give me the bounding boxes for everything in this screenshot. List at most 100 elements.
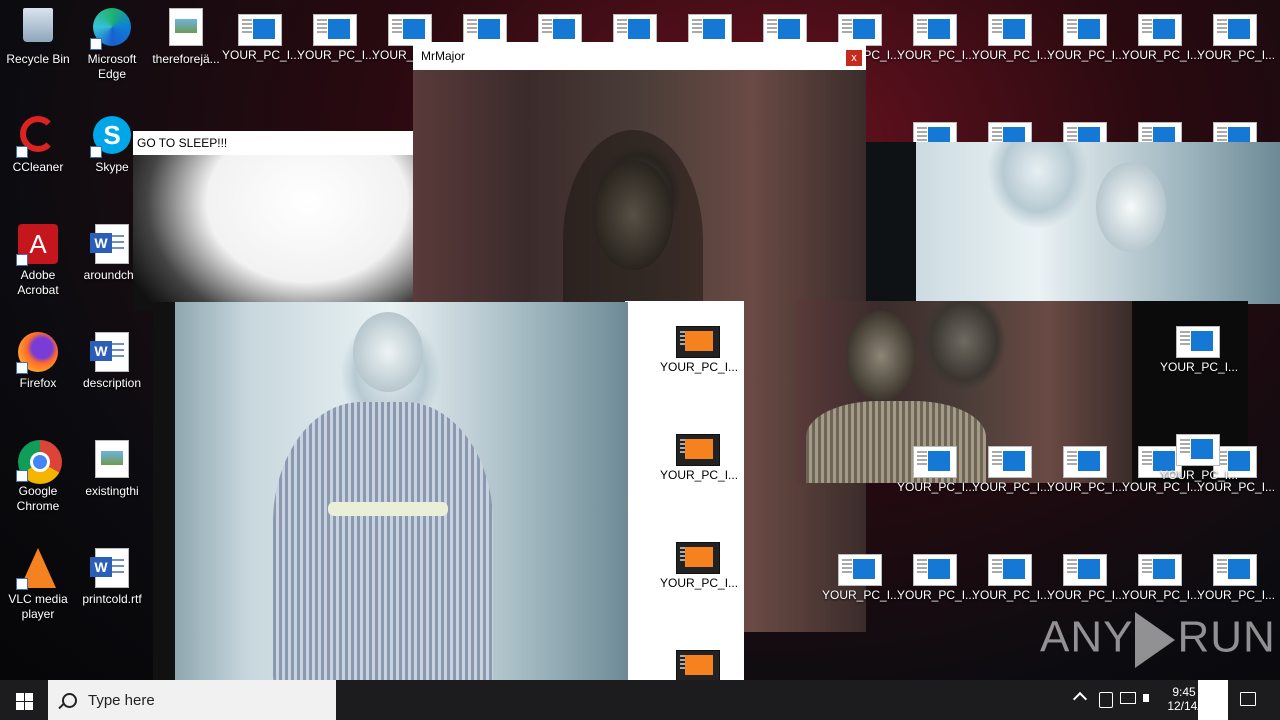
desktop-icon-image-file[interactable]: thereforejä... (148, 8, 224, 67)
document-window-icon (1137, 14, 1182, 46)
word-doc-icon: W (90, 332, 132, 372)
search-box[interactable]: Type here (48, 680, 336, 720)
taskbar: Type here 9:45 12/14/ (0, 680, 1280, 720)
your-pc-file-icon[interactable]: YOUR_PC_I... (297, 14, 376, 62)
play-icon (1135, 612, 1176, 668)
tile-label: YOUR_PC_I... (1160, 360, 1239, 374)
document-window-icon (1062, 554, 1107, 586)
document-window-icon (987, 14, 1032, 46)
tile-label: YOUR_PC_I... (660, 360, 739, 374)
your-pc-file-icon[interactable]: YOUR_PC_I... (822, 554, 901, 602)
desktop-icon-label: Microsoft Edge (87, 52, 137, 81)
start-button[interactable] (0, 680, 48, 720)
sleep-window[interactable]: GO TO SLEEP!!! (133, 131, 423, 311)
document-window-icon (1137, 554, 1182, 586)
desktop-icon-edge[interactable]: Microsoft Edge (74, 8, 150, 82)
desktop-icon-label: thereforejä... (152, 52, 220, 66)
your-pc-file-icon[interactable]: YOUR_PC_I... (897, 446, 976, 494)
negative-image-window (796, 142, 1280, 304)
your-pc-file-icon[interactable]: YOUR_PC_I... (972, 14, 1051, 62)
your-pc-file-icon[interactable]: YOUR_PC_I... (897, 14, 976, 62)
tile-label: YOUR_PC_I... (222, 48, 301, 62)
your-pc-file-icon[interactable]: YOUR_PC_I... (1047, 14, 1125, 62)
tile-label: YOUR_PC_I... (660, 468, 739, 482)
image-file-icon (166, 8, 206, 48)
watermark-left: ANY (1040, 612, 1134, 662)
tile-label: YOUR_PC_I... (897, 588, 976, 602)
desktop-icon-label: Google Chrome (16, 484, 60, 513)
search-placeholder: Type here (88, 692, 155, 709)
negative-doll-window (153, 302, 628, 705)
document-window-icon (987, 554, 1032, 586)
image-file-icon (92, 440, 132, 480)
document-window-icon (1212, 14, 1257, 46)
tile-label: YOUR_PC_I... (822, 588, 901, 602)
monitor-icon[interactable] (1118, 680, 1138, 720)
desktop-icon-vlc[interactable]: VLC media player (0, 548, 76, 622)
tile-label: YOUR_PC_I... (897, 48, 976, 62)
windows-logo-icon (16, 693, 24, 701)
tile-label: YOUR_PC_I... (1160, 468, 1239, 482)
document-window-icon (1062, 446, 1107, 478)
watermark-right: RUN (1177, 612, 1276, 662)
tile-label: YOUR_PC_I... (972, 588, 1051, 602)
your-pc-file-icon[interactable]: YOUR_PC_I... (222, 14, 301, 62)
mrmajor-window-title[interactable]: MrMajor x (413, 42, 866, 70)
document-window-icon (675, 326, 720, 358)
your-pc-file-icon[interactable]: YOUR_PC_I... (1122, 14, 1201, 62)
your-pc-file-icon[interactable]: YOUR_PC_I... (660, 434, 739, 482)
edge-icon (90, 8, 132, 50)
document-window-icon (237, 14, 282, 46)
document-window-icon (987, 446, 1032, 478)
document-window-icon (912, 14, 957, 46)
desktop-icon-ccleaner[interactable]: CCleaner (0, 116, 76, 175)
desktop-icon-word-doc-2[interactable]: W description (74, 332, 150, 391)
your-pc-file-icon[interactable]: YOUR_PC_I... (1197, 554, 1275, 602)
desktop-icon-label: printcold.rtf (82, 592, 142, 606)
desktop-icon-label: Recycle Bin (6, 52, 70, 66)
mrmajor-title-text: MrMajor (421, 49, 465, 63)
tile-label: YOUR_PC_I... (1122, 588, 1201, 602)
close-icon[interactable]: x (846, 50, 862, 66)
notification-icon[interactable] (1236, 680, 1260, 720)
document-window-icon (1062, 14, 1107, 46)
tile-label: YOUR_PC_I... (1122, 480, 1201, 494)
desktop-icon-label: Adobe Acrobat (17, 268, 59, 297)
your-pc-file-icon[interactable]: YOUR_PC_I... (1047, 446, 1126, 494)
your-pc-file-icon[interactable]: YOUR_PC_I... (660, 326, 739, 374)
tile-label: YOUR_PC_I... (1122, 48, 1201, 62)
desktop-icon-label: description (82, 376, 142, 390)
document-window-icon (1175, 326, 1220, 358)
your-pc-file-icon[interactable]: YOUR_PC_I... (1047, 554, 1125, 602)
tile-label: YOUR_PC_I... (1047, 480, 1126, 494)
document-window-icon (312, 14, 357, 46)
document-window-icon (912, 446, 957, 478)
your-pc-file-icon[interactable]: YOUR_PC_I... (1160, 326, 1239, 374)
document-window-icon (837, 554, 882, 586)
skype-icon: S (90, 116, 132, 158)
your-pc-file-icon[interactable]: YOUR_PC_I... (1122, 554, 1201, 602)
desktop-icon-recycle-bin[interactable]: Recycle Bin (0, 8, 76, 67)
your-pc-file-icon[interactable]: YOUR_PC_I... (897, 554, 976, 602)
your-pc-file-icon[interactable]: YOUR_PC_I... (660, 542, 738, 590)
desktop-icon-chrome[interactable]: Google Chrome (0, 440, 76, 514)
desktop-icon-image-file-2[interactable]: existingthi (74, 440, 150, 499)
desktop-icon-word-doc-3[interactable]: W printcold.rtf (74, 548, 150, 607)
desktop-icon-firefox[interactable]: Firefox (0, 332, 76, 391)
your-pc-file-icon[interactable]: YOUR_PC_I... (1160, 434, 1239, 482)
word-doc-icon: W (90, 548, 132, 588)
acrobat-icon: A (16, 224, 58, 266)
network-icon[interactable] (1096, 680, 1116, 720)
tile-label: YOUR_PC_I... (972, 48, 1051, 62)
tray-popup-fragment (1198, 680, 1228, 720)
your-pc-file-icon[interactable]: YOUR_PC_I... (1197, 14, 1275, 62)
tile-label: YOUR_PC_I... (897, 480, 976, 494)
vlc-icon (16, 548, 58, 590)
word-doc-icon: W (90, 224, 132, 264)
volume-icon[interactable] (1141, 680, 1161, 720)
tile-label: YOUR_PC_I... (297, 48, 376, 62)
desktop-icon-acrobat[interactable]: A Adobe Acrobat (0, 224, 76, 298)
your-pc-file-icon[interactable]: YOUR_PC_I... (972, 554, 1051, 602)
your-pc-file-icon[interactable]: YOUR_PC_I... (972, 446, 1050, 494)
search-icon (62, 693, 77, 708)
